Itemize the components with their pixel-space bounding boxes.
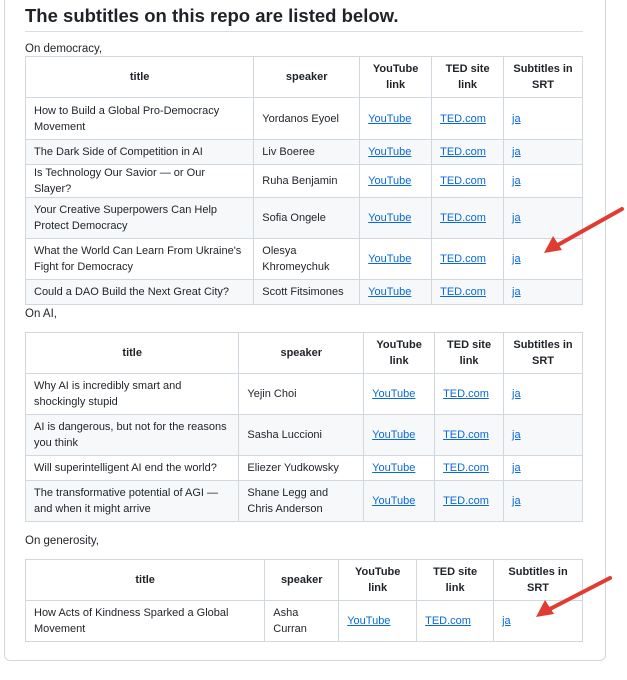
talk-title: Will superintelligent AI end the world? xyxy=(24,455,240,481)
col-header-ted: TED site link xyxy=(434,332,505,374)
subtitle-link[interactable]: ja xyxy=(512,175,521,187)
talk-speaker: Asha Curran xyxy=(264,600,340,642)
talk-speaker: Sofia Ongele xyxy=(253,197,361,239)
ted-link[interactable]: TED.com xyxy=(440,175,486,187)
ted-link[interactable]: TED.com xyxy=(425,615,471,627)
table-row: Will superintelligent AI end the world? … xyxy=(24,455,583,481)
col-header-youtube: YouTube link xyxy=(359,56,433,98)
youtube-link[interactable]: YouTube xyxy=(368,113,411,125)
subtitle-link[interactable]: ja xyxy=(512,388,521,400)
subtitle-link[interactable]: ja xyxy=(502,615,511,627)
talk-title: Why AI is incredibly smart and shockingl… xyxy=(24,373,240,415)
ted-link[interactable]: TED.com xyxy=(440,253,486,265)
talk-speaker: Olesya Khromeychuk xyxy=(253,238,361,280)
talk-title: AI is dangerous, but not for the reasons… xyxy=(24,414,240,456)
talk-speaker: Liv Boeree xyxy=(253,139,361,165)
talk-speaker: Yordanos Eyoel xyxy=(253,97,361,140)
table-row: The transformative potential of AGI — an… xyxy=(24,480,583,522)
youtube-link[interactable]: YouTube xyxy=(368,253,411,265)
ted-link[interactable]: TED.com xyxy=(443,388,489,400)
talk-title: Could a DAO Build the Next Great City? xyxy=(24,279,255,305)
table-row: Could a DAO Build the Next Great City? S… xyxy=(24,279,583,305)
ted-link[interactable]: TED.com xyxy=(440,113,486,125)
ted-link[interactable]: TED.com xyxy=(443,462,489,474)
table-row: How Acts of Kindness Sparked a Global Mo… xyxy=(24,600,583,642)
talk-title: What the World Can Learn From Ukraine's … xyxy=(24,238,255,280)
youtube-link[interactable]: YouTube xyxy=(372,429,415,441)
col-header-speaker: speaker xyxy=(253,56,361,98)
talk-title: The Dark Side of Competition in AI xyxy=(24,139,255,165)
col-header-title: title xyxy=(24,56,255,98)
generosity-table: title speaker YouTube link TED site link… xyxy=(24,559,583,642)
table-row: Why AI is incredibly smart and shockingl… xyxy=(24,373,583,415)
youtube-link[interactable]: YouTube xyxy=(368,146,411,158)
youtube-link[interactable]: YouTube xyxy=(368,175,411,187)
subtitle-link[interactable]: ja xyxy=(512,429,521,441)
talk-title: Is Technology Our Savior — or Our Slayer… xyxy=(24,164,255,198)
table-row: What the World Can Learn From Ukraine's … xyxy=(24,238,583,280)
talk-title: The transformative potential of AGI — an… xyxy=(24,480,240,522)
col-header-youtube: YouTube link xyxy=(338,559,418,601)
section-heading: The subtitles on this repo are listed be… xyxy=(25,5,399,26)
talk-speaker: Sasha Luccioni xyxy=(238,414,365,456)
col-header-subs: Subtitles in SRT xyxy=(503,56,583,98)
table-row: Is Technology Our Savior — or Our Slayer… xyxy=(24,164,583,198)
talk-speaker: Eliezer Yudkowsky xyxy=(238,455,365,481)
col-header-youtube: YouTube link xyxy=(363,332,436,374)
col-header-subs: Subtitles in SRT xyxy=(503,332,583,374)
youtube-link[interactable]: YouTube xyxy=(368,212,411,224)
col-header-title: title xyxy=(24,559,266,601)
col-header-ted: TED site link xyxy=(431,56,505,98)
heading-divider xyxy=(25,31,583,32)
table-row: The Dark Side of Competition in AI Liv B… xyxy=(24,139,583,165)
table-row: AI is dangerous, but not for the reasons… xyxy=(24,414,583,456)
youtube-link[interactable]: YouTube xyxy=(372,388,415,400)
talk-title: How Acts of Kindness Sparked a Global Mo… xyxy=(24,600,266,642)
youtube-link[interactable]: YouTube xyxy=(372,495,415,507)
col-header-speaker: speaker xyxy=(238,332,365,374)
talk-speaker: Scott Fitsimones xyxy=(253,279,361,305)
subtitle-link[interactable]: ja xyxy=(512,212,521,224)
talk-title: How to Build a Global Pro-Democracy Move… xyxy=(24,97,255,140)
talk-speaker: Shane Legg and Chris Anderson xyxy=(238,480,365,522)
subtitle-link[interactable]: ja xyxy=(512,253,521,265)
ted-link[interactable]: TED.com xyxy=(443,495,489,507)
annotation-arrow-icon xyxy=(536,576,612,617)
subtitle-link[interactable]: ja xyxy=(512,286,521,298)
section-label-democracy: On democracy, xyxy=(25,43,103,55)
youtube-link[interactable]: YouTube xyxy=(368,286,411,298)
col-header-speaker: speaker xyxy=(264,559,340,601)
talk-speaker: Yejin Choi xyxy=(238,373,365,415)
democracy-table: title speaker YouTube link TED site link… xyxy=(24,56,583,305)
table-row: How to Build a Global Pro-Democracy Move… xyxy=(24,97,583,140)
talk-title: Your Creative Superpowers Can Help Prote… xyxy=(24,197,255,239)
ted-link[interactable]: TED.com xyxy=(440,212,486,224)
subtitle-link[interactable]: ja xyxy=(512,495,521,507)
subtitle-link[interactable]: ja xyxy=(512,146,521,158)
youtube-link[interactable]: YouTube xyxy=(372,462,415,474)
subtitle-link[interactable]: ja xyxy=(512,113,521,125)
section-label-generosity: On generosity, xyxy=(25,535,99,547)
ted-link[interactable]: TED.com xyxy=(440,146,486,158)
ted-link[interactable]: TED.com xyxy=(440,286,486,298)
youtube-link[interactable]: YouTube xyxy=(347,615,390,627)
section-label-ai: On AI, xyxy=(25,308,57,320)
table-row: Your Creative Superpowers Can Help Prote… xyxy=(24,197,583,239)
talk-speaker: Ruha Benjamin xyxy=(253,164,361,198)
annotation-arrow-icon xyxy=(544,207,624,253)
ted-link[interactable]: TED.com xyxy=(443,429,489,441)
col-header-ted: TED site link xyxy=(416,559,495,601)
ai-table: title speaker YouTube link TED site link… xyxy=(24,332,583,522)
subtitle-link[interactable]: ja xyxy=(512,462,521,474)
col-header-title: title xyxy=(24,332,240,374)
